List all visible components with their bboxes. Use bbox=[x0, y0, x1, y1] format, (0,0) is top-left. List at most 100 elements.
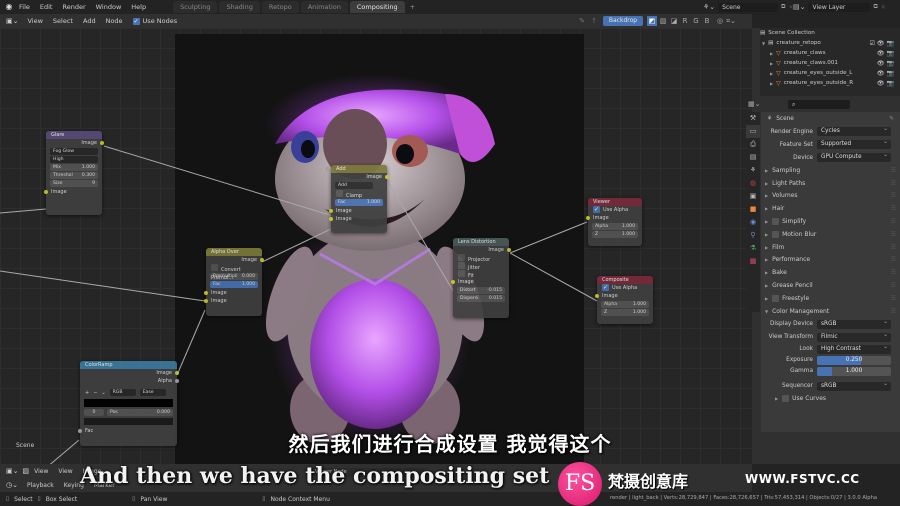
collection-row[interactable]: ▼ ▤ creature_retopo ☑👁📷 bbox=[760, 38, 900, 48]
sequencer-dropdown[interactable]: sRGB bbox=[817, 380, 891, 391]
gizmo-icon[interactable]: ◎ bbox=[715, 16, 725, 26]
alpha-icon[interactable]: ◪ bbox=[669, 16, 679, 26]
channel-g[interactable]: G bbox=[691, 16, 701, 26]
input-socket[interactable] bbox=[325, 167, 329, 171]
color-mode-dropdown[interactable]: RGB bbox=[109, 389, 136, 396]
menu-select[interactable]: Select bbox=[48, 17, 78, 25]
menu-edit[interactable]: Edit bbox=[35, 3, 58, 11]
expand-icon[interactable]: ▶ bbox=[770, 81, 773, 86]
panel-freestyle[interactable]: ▶ Freestyle ☰ bbox=[761, 292, 900, 305]
jitter-toggle[interactable]: Jitter bbox=[453, 262, 509, 271]
color-icon[interactable]: ▨ bbox=[658, 16, 668, 26]
menu-playback[interactable]: Playback bbox=[22, 482, 59, 489]
display-device-dropdown[interactable]: sRGB bbox=[817, 318, 891, 329]
node-title[interactable]: Composite bbox=[597, 276, 653, 284]
add-stop-icon[interactable]: + bbox=[85, 389, 89, 397]
visibility-icons[interactable]: ☑👁📷 bbox=[870, 40, 896, 47]
collection-tab-icon[interactable]: ▣ bbox=[746, 190, 760, 203]
use-alpha-toggle[interactable]: ✓ Use Alpha bbox=[588, 206, 642, 214]
node-title[interactable]: Lens Distortion bbox=[453, 238, 509, 246]
glare-node[interactable]: Glare Image Fog Glow High Mix 1.000 Thres… bbox=[44, 131, 104, 215]
view-mode-icon[interactable]: ▨ bbox=[22, 467, 29, 475]
tab-compositing[interactable]: Compositing bbox=[349, 1, 405, 13]
panel-hair[interactable]: ▶ Hair ☰ bbox=[761, 202, 900, 215]
input-socket[interactable] bbox=[204, 299, 208, 303]
alpha-field[interactable]: Alpha 1.000 bbox=[592, 223, 638, 230]
checkbox-icon[interactable] bbox=[782, 395, 790, 403]
blender-logo-icon[interactable]: ◉ bbox=[4, 2, 14, 12]
color-alpha-icon[interactable]: ◩ bbox=[647, 16, 657, 26]
panel-light-paths[interactable]: ▶ Light Paths ☰ bbox=[761, 177, 900, 190]
viewer-node[interactable]: Viewer ✓ Use Alpha Image Alpha 1.000 Z 1.00… bbox=[586, 198, 642, 246]
output-socket[interactable] bbox=[507, 248, 511, 252]
use-alpha-toggle[interactable]: ✓ Use Alpha bbox=[597, 284, 653, 292]
menu-view[interactable]: View bbox=[22, 17, 47, 25]
drag-handle[interactable]: ☰ bbox=[891, 282, 896, 289]
output-socket[interactable] bbox=[385, 175, 389, 179]
visibility-icons[interactable]: 👁📷 bbox=[877, 60, 896, 67]
expand-icon[interactable]: ▶ bbox=[770, 71, 773, 76]
z-field[interactable]: Z 1.000 bbox=[592, 231, 638, 238]
input-socket[interactable] bbox=[329, 217, 333, 221]
texture-tab-icon[interactable]: ▩ bbox=[746, 255, 760, 268]
drag-handle[interactable]: ☰ bbox=[891, 269, 896, 276]
visibility-icons[interactable]: 👁📷 bbox=[877, 70, 896, 77]
node-title[interactable]: Alpha Over bbox=[206, 248, 262, 256]
checkbox-icon[interactable] bbox=[772, 218, 780, 226]
menu-view[interactable]: View bbox=[29, 468, 53, 475]
menu-view-2[interactable]: View bbox=[53, 468, 77, 475]
panel-volumes[interactable]: ▶ Volumes ☰ bbox=[761, 190, 900, 203]
menu-node[interactable]: Node bbox=[101, 17, 128, 25]
scene-collection-row[interactable]: ▤ Scene Collection bbox=[760, 28, 900, 38]
composite-node[interactable]: Composite ✓ Use Alpha Image Alpha 1.000 Z 1… bbox=[595, 276, 653, 324]
editor-type-icon[interactable]: ▦⌄ bbox=[748, 100, 760, 108]
input-socket[interactable] bbox=[451, 280, 455, 284]
panel-film[interactable]: ▶ Film ☰ bbox=[761, 241, 900, 254]
channel-r[interactable]: R bbox=[680, 16, 690, 26]
properties-search[interactable]: ⌕ bbox=[788, 99, 850, 109]
drag-handle[interactable]: ☰ bbox=[891, 231, 896, 238]
node-title[interactable]: Add bbox=[331, 165, 387, 173]
stop-color-swatch[interactable] bbox=[84, 418, 173, 425]
output-socket[interactable] bbox=[260, 258, 264, 262]
outliner-item[interactable]: ▶ ▽ creature_claws 👁📷 bbox=[760, 48, 900, 58]
use-nodes-toggle[interactable]: ✓ Use Nodes bbox=[128, 17, 183, 25]
input-socket[interactable] bbox=[586, 216, 590, 220]
node-title[interactable]: ColorRamp bbox=[80, 361, 177, 369]
colorramp-node[interactable]: ColorRamp Image Alpha + − ⌄ RGB Ease 0 P… bbox=[78, 361, 179, 446]
checkbox-icon[interactable] bbox=[772, 230, 780, 238]
color-ramp-bar[interactable] bbox=[84, 399, 173, 407]
menu-file[interactable]: File bbox=[14, 3, 35, 11]
feature-set-dropdown[interactable]: Supported bbox=[817, 138, 891, 149]
fac-field[interactable]: Fac 1.000 bbox=[325, 167, 383, 206]
output-tab-icon[interactable]: ⎙ bbox=[746, 138, 760, 151]
expand-icon[interactable]: ▶ bbox=[770, 61, 773, 66]
menu-help[interactable]: Help bbox=[126, 3, 151, 11]
glare-type-dropdown[interactable]: Fog Glow bbox=[50, 148, 98, 155]
panel-performance[interactable]: ▶ Performance ☰ bbox=[761, 254, 900, 267]
tab-shading[interactable]: Shading bbox=[219, 1, 260, 13]
panel-motion-blur[interactable]: ▶ Motion Blur ☰ bbox=[761, 228, 900, 241]
visibility-icons[interactable]: 👁📷 bbox=[877, 80, 896, 87]
copy-scene-icon[interactable]: ⧉ bbox=[781, 3, 785, 11]
visibility-icons[interactable]: 👁📷 bbox=[877, 50, 896, 57]
fit-toggle[interactable]: Fit bbox=[453, 270, 509, 279]
view-layer-icon[interactable]: ▤⌄ bbox=[793, 3, 805, 11]
scene-icon[interactable]: ⚘⌄ bbox=[703, 3, 715, 11]
editor-type-icon[interactable]: ▣⌄ bbox=[6, 17, 22, 25]
size-field[interactable]: Size 9 bbox=[50, 180, 98, 187]
link[interactable] bbox=[0, 208, 47, 214]
panel-simplify[interactable]: ▶ Simplify ☰ bbox=[761, 215, 900, 228]
drag-handle[interactable]: ☰ bbox=[891, 244, 896, 251]
distort-field[interactable]: Distort -0.015 bbox=[457, 287, 505, 294]
expand-icon[interactable]: ▼ bbox=[762, 41, 765, 46]
panel-grease-pencil[interactable]: ▶ Grease Pencil ☰ bbox=[761, 279, 900, 292]
outliner-item[interactable]: ▶ ▽ creature_claws.001 👁📷 bbox=[760, 58, 900, 68]
view-layer-field[interactable]: View Layer bbox=[808, 2, 871, 12]
gamma-slider[interactable]: 1.000 bbox=[817, 366, 891, 376]
outliner-item[interactable]: ▶ ▽ creature_eyes_outside_L 👁📷 bbox=[760, 68, 900, 78]
output-socket[interactable] bbox=[175, 371, 179, 375]
add-mix-node[interactable]: Add Image Add Clamp Fac 1.000 Image Image bbox=[325, 165, 389, 233]
scene-name-field[interactable]: Scene bbox=[718, 2, 779, 12]
menu-render[interactable]: Render bbox=[57, 3, 90, 11]
